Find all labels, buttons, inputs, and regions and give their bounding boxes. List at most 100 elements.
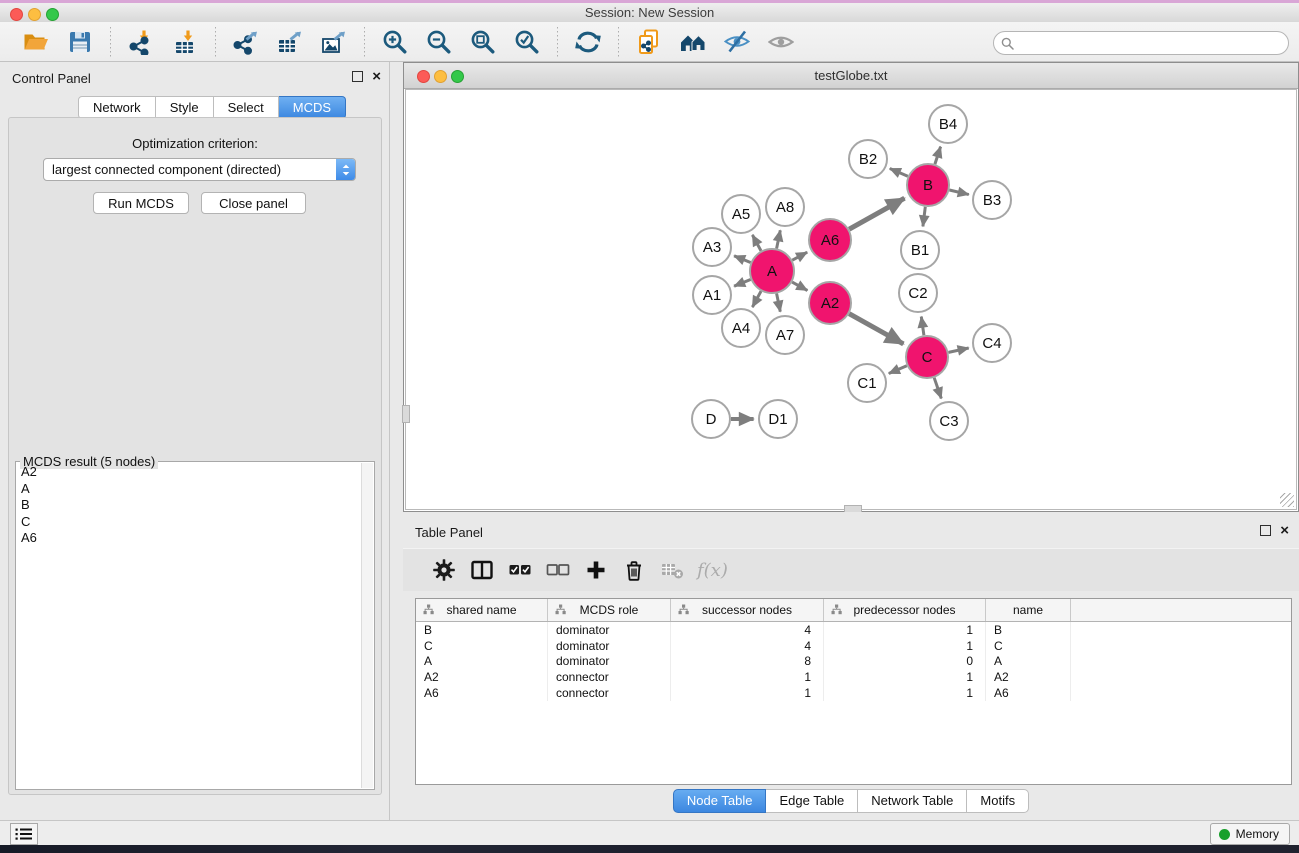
graph-edge-B-B4[interactable] — [935, 147, 941, 165]
table-cell[interactable]: 4 — [671, 638, 824, 654]
graph-node-B2[interactable]: B2 — [849, 140, 887, 178]
graph-node-B1[interactable]: B1 — [901, 231, 939, 269]
graph-edge-B-B2[interactable] — [890, 169, 908, 177]
column-header-shared-name[interactable]: shared name — [416, 599, 548, 621]
table-cell[interactable]: connector — [548, 669, 671, 685]
tab-style[interactable]: Style — [156, 96, 214, 119]
graph-edge-A-A2[interactable] — [792, 282, 807, 290]
table-tab-network-table[interactable]: Network Table — [858, 789, 967, 813]
table-cell[interactable]: 1 — [671, 669, 824, 685]
graph-edge-A-A3[interactable] — [734, 256, 751, 263]
memory-button[interactable]: Memory — [1210, 823, 1290, 845]
table-row[interactable]: A2connector11A2 — [416, 669, 1291, 685]
graph-edge-A2-C[interactable] — [849, 314, 903, 344]
graph-node-A5[interactable]: A5 — [722, 195, 760, 233]
table-cell[interactable]: A6 — [416, 685, 548, 701]
graph-node-B4[interactable]: B4 — [929, 105, 967, 143]
table-cell[interactable]: 1 — [824, 622, 986, 638]
table-cell[interactable]: C — [416, 638, 548, 654]
gear-icon[interactable] — [431, 557, 457, 583]
open-icon[interactable] — [23, 29, 49, 55]
table-tab-node-table[interactable]: Node Table — [673, 789, 767, 813]
table-row[interactable]: Bdominator41B — [416, 622, 1291, 638]
table-cell[interactable]: dominator — [548, 638, 671, 654]
graph-edge-C-C2[interactable] — [921, 317, 924, 336]
task-history-button[interactable] — [10, 823, 38, 845]
network-canvas[interactable]: B4B2BB3A5A8A6B1A3AC2A1A2A4A7C4CC1C3DD1 — [405, 89, 1297, 510]
table-cell[interactable]: dominator — [548, 654, 671, 670]
zoom-selected-icon[interactable] — [514, 29, 540, 55]
close-table-panel-icon[interactable]: × — [1280, 525, 1289, 536]
graph-node-C3[interactable]: C3 — [930, 402, 968, 440]
graph-edge-C-C3[interactable] — [934, 378, 941, 399]
graph-node-A4[interactable]: A4 — [722, 309, 760, 347]
table-cell[interactable]: dominator — [548, 622, 671, 638]
table-row[interactable]: Cdominator41C — [416, 638, 1291, 654]
mcds-result-item[interactable]: A2 — [17, 464, 362, 481]
close-panel-icon[interactable]: × — [372, 71, 381, 82]
select-all-icon[interactable] — [507, 557, 533, 583]
graph-edge-A-A6[interactable] — [792, 252, 807, 260]
window-resize-grip[interactable] — [1280, 493, 1294, 507]
delete-icon[interactable] — [621, 557, 647, 583]
table-row[interactable]: A6connector11A6 — [416, 685, 1291, 701]
table-cell[interactable]: 1 — [671, 685, 824, 701]
graph-node-A3[interactable]: A3 — [693, 228, 731, 266]
import-network-icon[interactable] — [128, 29, 154, 55]
table-cell[interactable]: A6 — [986, 685, 1071, 701]
graph-node-D1[interactable]: D1 — [759, 400, 797, 438]
eye-slash-icon[interactable] — [724, 29, 750, 55]
unselect-all-icon[interactable] — [545, 557, 571, 583]
search-box[interactable] — [993, 31, 1289, 55]
tab-network[interactable]: Network — [78, 96, 156, 119]
tab-select[interactable]: Select — [214, 96, 279, 119]
split-columns-icon[interactable] — [469, 557, 495, 583]
refresh-icon[interactable] — [575, 29, 601, 55]
table-cell[interactable]: B — [416, 622, 548, 638]
network-window-titlebar[interactable]: testGlobe.txt — [404, 63, 1298, 89]
graph-node-C[interactable]: C — [906, 336, 948, 378]
table-cell[interactable]: A — [416, 654, 548, 670]
table-cell[interactable]: C — [986, 638, 1071, 654]
table-cell[interactable]: 1 — [824, 638, 986, 654]
graph-node-A8[interactable]: A8 — [766, 188, 804, 226]
graph-node-A7[interactable]: A7 — [766, 316, 804, 354]
mcds-result-item[interactable]: A — [17, 481, 362, 498]
graph-edge-C-C1[interactable] — [889, 366, 907, 374]
optimization-criterion-dropdown[interactable]: largest connected component (directed) — [43, 158, 356, 181]
zoom-in-icon[interactable] — [382, 29, 408, 55]
mcds-result-list[interactable]: A2ABCA6 — [17, 464, 362, 788]
table-cell[interactable]: 4 — [671, 622, 824, 638]
graph-node-B[interactable]: B — [907, 164, 949, 206]
table-cell[interactable]: 1 — [824, 685, 986, 701]
float-panel-icon[interactable] — [352, 71, 363, 82]
graph-edge-A-A1[interactable] — [734, 280, 751, 287]
table-cell[interactable]: 0 — [824, 654, 986, 670]
graph-edge-B-B1[interactable] — [923, 207, 925, 227]
column-header-predecessor-nodes[interactable]: predecessor nodes — [824, 599, 986, 621]
graph-edge-A-A4[interactable] — [752, 291, 761, 307]
column-header-MCDS-role[interactable]: MCDS role — [548, 599, 671, 621]
search-input[interactable] — [1018, 33, 1288, 53]
network-left-grip[interactable] — [402, 405, 410, 423]
save-icon[interactable] — [67, 29, 93, 55]
column-header-successor-nodes[interactable]: successor nodes — [671, 599, 824, 621]
app-titlebar[interactable]: Session: New Session — [0, 3, 1299, 23]
column-header-name[interactable]: name — [986, 599, 1071, 621]
import-table-icon[interactable] — [172, 29, 198, 55]
mcds-result-item[interactable]: A6 — [17, 530, 362, 547]
table-tab-edge-table[interactable]: Edge Table — [766, 789, 858, 813]
graph-edge-A6-B[interactable] — [849, 198, 904, 229]
table-cell[interactable]: connector — [548, 685, 671, 701]
graph-node-C1[interactable]: C1 — [848, 364, 886, 402]
graph-node-C4[interactable]: C4 — [973, 324, 1011, 362]
export-network-icon[interactable] — [233, 29, 259, 55]
table-cell[interactable]: 1 — [824, 669, 986, 685]
graph-node-B3[interactable]: B3 — [973, 181, 1011, 219]
graph-node-A[interactable]: A — [750, 249, 794, 293]
export-table-icon[interactable] — [277, 29, 303, 55]
mcds-result-item[interactable]: B — [17, 497, 362, 514]
graph-edge-B-B3[interactable] — [949, 190, 968, 195]
graph-edge-A-A5[interactable] — [752, 235, 761, 251]
home-icon[interactable] — [680, 29, 706, 55]
